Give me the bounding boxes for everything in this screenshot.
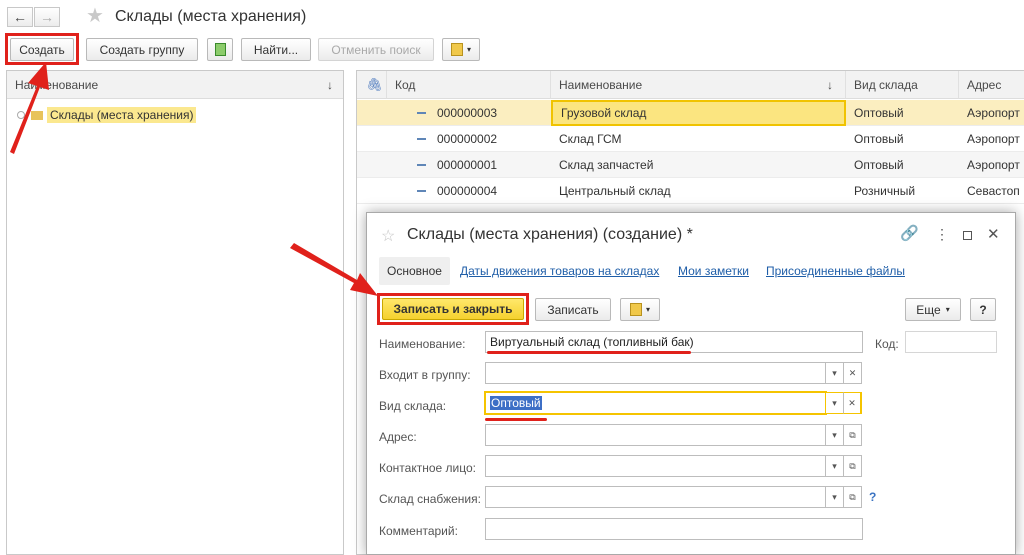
annotation-arrow-create [10, 62, 378, 296]
